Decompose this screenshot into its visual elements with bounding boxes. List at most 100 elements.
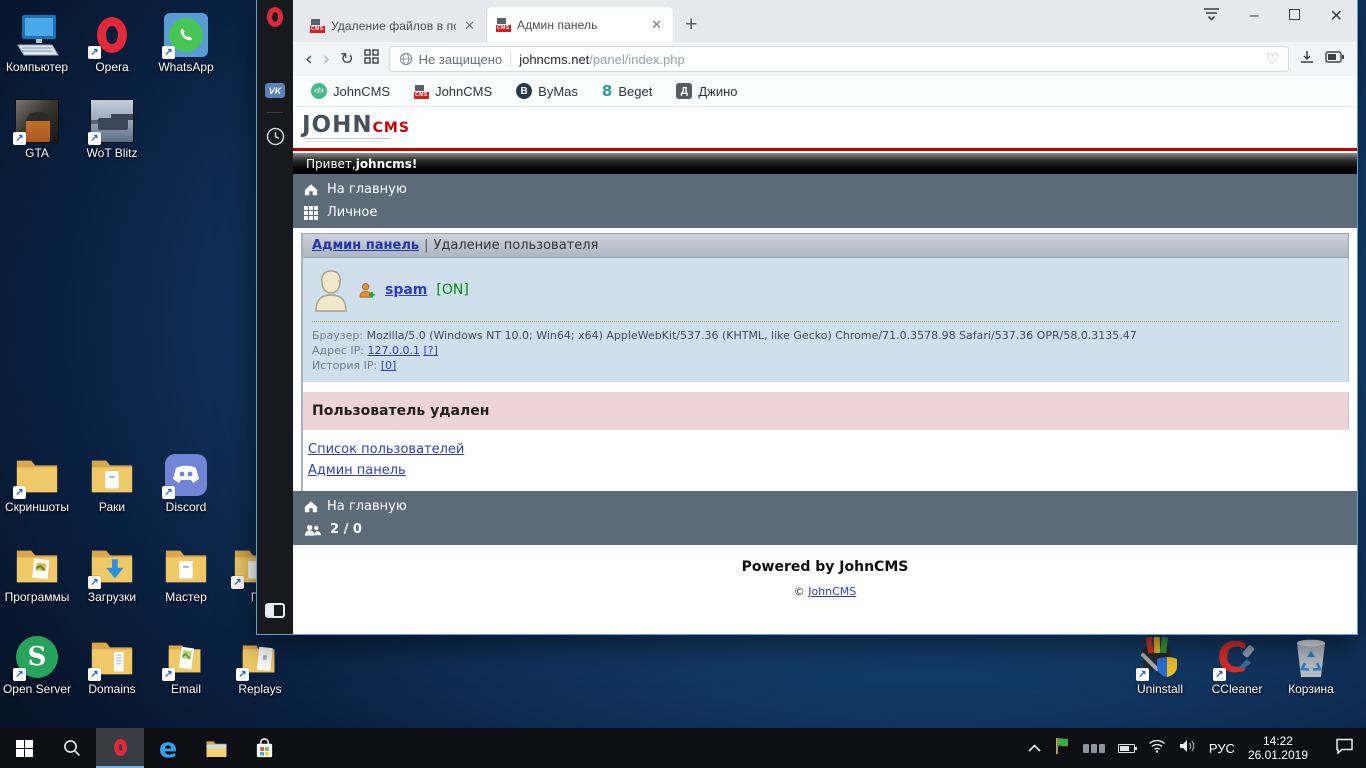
desktop-icon-uninstall[interactable]: ↗ Uninstall bbox=[1123, 634, 1197, 696]
tab-active[interactable]: CMS Админ панель ✕ bbox=[487, 7, 673, 42]
battery-saver-icon[interactable] bbox=[1325, 50, 1345, 68]
new-tab-button[interactable]: + bbox=[685, 13, 697, 37]
clock[interactable]: 14:22 26.01.2019 bbox=[1248, 734, 1308, 762]
globe-icon bbox=[399, 52, 413, 66]
footer-johncms-link[interactable]: JohnCMS bbox=[808, 585, 856, 598]
shortcut-arrow-icon: ↗ bbox=[231, 576, 244, 589]
maximize-button[interactable] bbox=[1289, 7, 1300, 25]
desktop-icon-replays[interactable]: ↗ Replays bbox=[223, 634, 297, 696]
nav-personal-link[interactable]: Личное bbox=[304, 205, 1346, 220]
nav-home-link[interactable]: На главную bbox=[304, 182, 1346, 197]
taskbar-edge[interactable]: e bbox=[144, 728, 192, 768]
battery-icon[interactable] bbox=[1118, 744, 1135, 753]
reload-button[interactable]: ↻ bbox=[340, 51, 353, 67]
desktop-icon-screenshots[interactable]: ↗ Скриншоты bbox=[0, 452, 74, 514]
desktop-icon-whatsapp[interactable]: ↗ WhatsApp bbox=[149, 12, 223, 74]
tab-close-icon[interactable]: ✕ bbox=[649, 17, 664, 33]
search-button[interactable] bbox=[48, 728, 96, 768]
ip-help-link[interactable]: [?] bbox=[424, 344, 438, 357]
browser-line: Браузер: Mozilla/5.0 (Windows NT 10.0; W… bbox=[312, 328, 1339, 343]
desktop-icon-domains[interactable]: ↗ Domains bbox=[75, 634, 149, 696]
shortcut-arrow-icon: ↗ bbox=[162, 46, 175, 59]
avatar bbox=[312, 268, 350, 312]
desktop-icon-master[interactable]: Мастер bbox=[149, 542, 223, 604]
vk-icon: VK bbox=[265, 83, 285, 98]
address-divider bbox=[510, 51, 511, 67]
sidebar-divider bbox=[267, 112, 283, 113]
sidebar-item-history[interactable] bbox=[266, 127, 285, 146]
red-divider bbox=[293, 148, 1357, 151]
download-icon[interactable] bbox=[1299, 49, 1315, 70]
ip-link[interactable]: 127.0.0.1 bbox=[368, 344, 420, 357]
tray-expand-chevron[interactable] bbox=[1028, 739, 1041, 757]
bookmark-johncms-site[interactable]: </> JohnCMS bbox=[311, 83, 390, 99]
shortcut-arrow-icon: ↗ bbox=[162, 668, 175, 681]
desktop-icon-label: Domains bbox=[75, 683, 149, 696]
site-logo[interactable]: JOHNCMS bbox=[293, 107, 1357, 148]
bookmark-jino[interactable]: Д Джино bbox=[676, 83, 737, 99]
bookmark-label: JohnCMS bbox=[333, 84, 390, 99]
desktop-icon-discord[interactable]: ↗ Discord bbox=[149, 452, 223, 514]
bookmark-beget[interactable]: 8 Beget bbox=[602, 82, 652, 100]
desktop-icon-downloads[interactable]: ↗ Загрузки bbox=[75, 542, 149, 604]
user-list-link[interactable]: Список пользователей bbox=[308, 442, 464, 457]
shortcut-arrow-icon: ↗ bbox=[88, 132, 101, 145]
desktop-icon-ccleaner[interactable]: C ↗ CCleaner bbox=[1200, 634, 1274, 696]
breadcrumb-admin-link[interactable]: Админ панель bbox=[312, 238, 419, 253]
johncms-favicon: CMS bbox=[414, 84, 429, 99]
volume-icon[interactable] bbox=[1179, 739, 1196, 758]
back-button[interactable]: ‹ bbox=[305, 50, 313, 69]
desktop-icon-wot-blitz[interactable]: ↗ WoT Blitz bbox=[75, 98, 149, 160]
nav-label: На главную bbox=[327, 499, 407, 514]
counter-value: 2 / 0 bbox=[330, 522, 362, 537]
ip-history-link[interactable]: [0] bbox=[381, 359, 397, 372]
sidebar-toggle-button[interactable] bbox=[265, 603, 285, 618]
desktop-icon-label: WhatsApp bbox=[149, 61, 223, 74]
opera-menu-button[interactable] bbox=[267, 7, 283, 27]
address-bar[interactable]: Не защищено johncms.net /panel/index.php… bbox=[389, 46, 1289, 72]
shortcut-arrow-icon: ↗ bbox=[13, 668, 26, 681]
bookmark-heart-icon[interactable]: ♡ bbox=[1266, 50, 1279, 68]
admin-panel-link[interactable]: Админ панель bbox=[308, 463, 406, 478]
desktop-icon-recycle-bin[interactable]: Корзина bbox=[1274, 634, 1348, 696]
close-button[interactable]: ✕ bbox=[1330, 6, 1343, 26]
bookmark-johncms-panel[interactable]: CMS JohnCMS bbox=[414, 84, 492, 99]
forward-button[interactable]: › bbox=[323, 50, 331, 69]
logo-underline bbox=[304, 138, 390, 139]
speed-dial-button[interactable] bbox=[364, 49, 379, 69]
minimize-button[interactable]: – bbox=[1250, 11, 1259, 21]
breadcrumb-title: Удаление пользователя bbox=[434, 238, 599, 253]
wifi-icon[interactable] bbox=[1148, 739, 1166, 758]
opera-icon: ↗ bbox=[75, 12, 149, 58]
bymas-icon: B bbox=[516, 83, 532, 99]
user-details: Браузер: Mozilla/5.0 (Windows NT 10.0; W… bbox=[312, 321, 1339, 373]
taskbar: e РУС 14:22 26.01.2019 bbox=[0, 728, 1366, 768]
start-button[interactable] bbox=[0, 728, 48, 768]
desktop-icon-gta[interactable]: ↗ GTA bbox=[0, 98, 74, 160]
sidebar-panel-icon bbox=[265, 603, 285, 618]
browser-toolbar: ‹ › ↻ Не защищено johncms.net /panel/ind… bbox=[293, 42, 1357, 76]
desktop-icon-label: Раки bbox=[75, 501, 149, 514]
system-tray: РУС 14:22 26.01.2019 bbox=[1028, 728, 1366, 768]
username-link[interactable]: spam bbox=[385, 282, 427, 298]
bookmark-bymas[interactable]: B ByMas bbox=[516, 83, 578, 99]
app-indicator-icon[interactable] bbox=[1083, 744, 1105, 753]
desktop-icon-open-server[interactable]: S ↗ Open Server bbox=[0, 634, 74, 696]
desktop-icon-programs[interactable]: Программы bbox=[0, 542, 74, 604]
bookmarks-bar: </> JohnCMS CMS JohnCMS B ByMas 8 Beget … bbox=[293, 76, 1357, 107]
language-indicator[interactable]: РУС bbox=[1209, 741, 1235, 756]
desktop-icon-raki[interactable]: Раки bbox=[75, 452, 149, 514]
tab-close-icon[interactable]: ✕ bbox=[462, 18, 477, 34]
tab-inactive[interactable]: CMS Удаление файлов в почте ✕ bbox=[301, 9, 487, 42]
flag-icon[interactable] bbox=[1054, 737, 1070, 759]
nav-home-link-bottom[interactable]: На главную bbox=[304, 499, 1346, 514]
taskbar-store[interactable] bbox=[240, 728, 288, 768]
desktop-icon-opera[interactable]: ↗ Opera bbox=[75, 12, 149, 74]
taskbar-opera[interactable] bbox=[96, 728, 144, 768]
taskbar-explorer[interactable] bbox=[192, 728, 240, 768]
action-center-button[interactable] bbox=[1335, 738, 1354, 759]
sidebar-item-vk[interactable]: VK bbox=[265, 83, 285, 98]
desktop-icon-computer[interactable]: Компьютер bbox=[0, 12, 74, 74]
tab-menu-icon[interactable] bbox=[1203, 7, 1220, 26]
desktop-icon-email[interactable]: ↗ Email bbox=[149, 634, 223, 696]
